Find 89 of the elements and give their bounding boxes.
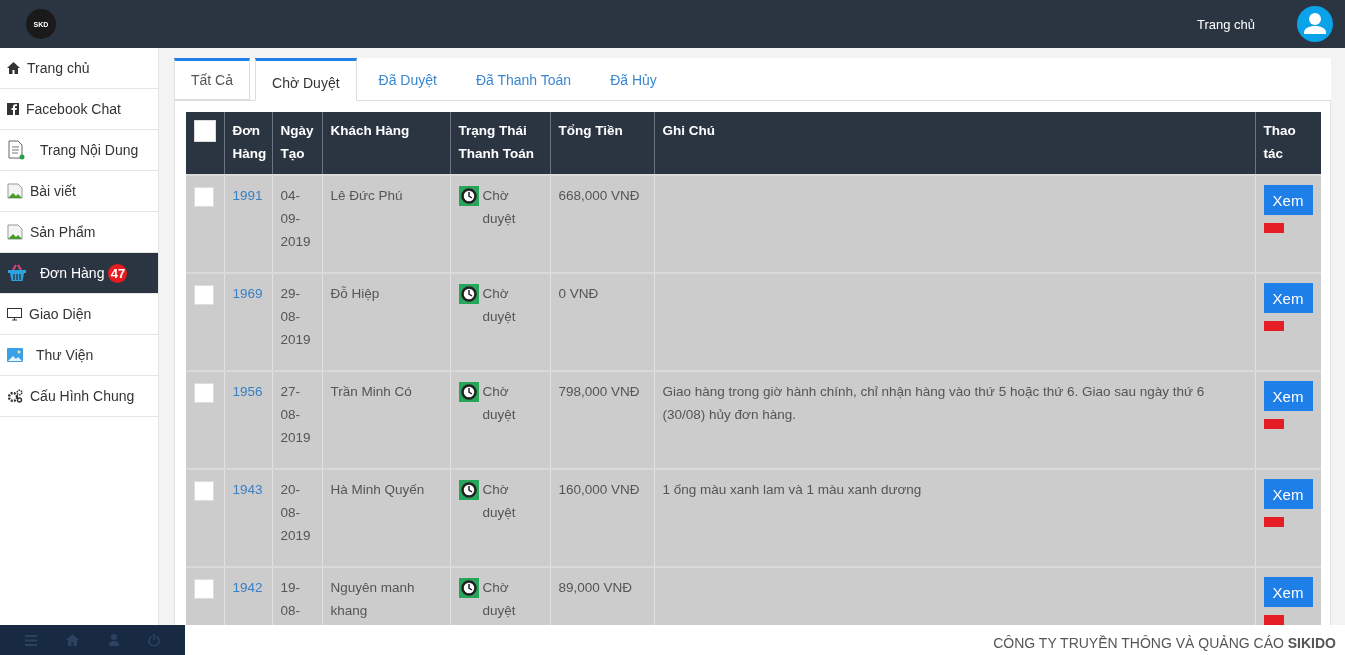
checkbox[interactable] xyxy=(194,120,216,142)
clock-icon xyxy=(458,382,479,402)
column-header: Ngày Tạo xyxy=(272,112,322,175)
sidebar-label: Trang Nội Dung xyxy=(40,142,139,158)
table-cell: 89,000 VNĐ xyxy=(558,580,633,595)
image-icon xyxy=(7,183,23,199)
column-header: Tổng Tiền xyxy=(550,112,654,175)
sidebar-label: Đơn Hàng xyxy=(40,265,105,281)
checkbox[interactable] xyxy=(194,481,214,501)
note-text: Giao hàng trong giờ hành chính, chỉ nhận hàng vào thứ 5 hoặc thứ 6. Giao sau ngày thứ 6 (30/08) hủy đơn hàng. xyxy=(662,384,1205,422)
table-cell: Đỗ Hiệp xyxy=(330,286,380,301)
small-button[interactable] xyxy=(1263,223,1284,233)
sidebar-item[interactable]: Cấu Hình Chung xyxy=(0,376,158,417)
small-button[interactable] xyxy=(1263,517,1284,527)
small-button[interactable] xyxy=(1263,321,1284,331)
sidebar-label: Sản Phẩm xyxy=(30,224,96,240)
sidebar-label: Thư Viện xyxy=(36,347,94,363)
clock-icon xyxy=(458,186,479,206)
table-cell-text: 19-08- xyxy=(280,579,301,620)
column-header: Trạng Thái Thanh Toán xyxy=(450,112,550,175)
table-cell-text: 29-08-2019 xyxy=(280,285,311,349)
status-text: Chờ duyệt xyxy=(482,285,517,326)
status-text: Chờ duyệt xyxy=(482,481,517,522)
user-icon[interactable] xyxy=(108,634,119,646)
sidebar-item[interactable]: Facebook Chat xyxy=(0,89,158,130)
tab[interactable]: Đã Thanh Toán xyxy=(458,58,589,100)
monitor-icon xyxy=(7,307,22,321)
clock-icon xyxy=(458,480,479,500)
table-cell: Hà Minh Quyến xyxy=(330,482,425,497)
checkbox[interactable] xyxy=(194,285,214,305)
view-button[interactable]: Xem xyxy=(1263,381,1313,411)
sidebar-label: Giao Diện xyxy=(29,306,92,322)
table-cell: 668,000 VNĐ xyxy=(558,188,640,203)
note-text: 1 ống màu xanh lam và 1 màu xanh dương xyxy=(662,482,922,497)
count-badge: 47 xyxy=(108,263,128,283)
home-icon xyxy=(7,62,20,74)
image-icon xyxy=(7,224,23,240)
view-button[interactable]: Xem xyxy=(1263,479,1313,509)
document-icon xyxy=(7,140,25,160)
sidebar-item[interactable]: Đơn Hàng 47 xyxy=(0,253,158,294)
checkbox[interactable] xyxy=(194,187,214,207)
picture-icon xyxy=(7,348,23,362)
table-cell-text: 04-09-2019 xyxy=(280,187,311,251)
column-header: Khách Hàng xyxy=(322,112,450,175)
facebook-icon xyxy=(7,103,19,115)
sidebar-label: Bài viết xyxy=(30,183,76,199)
gears-icon xyxy=(7,389,23,403)
column-header: Thao tác xyxy=(1255,112,1321,175)
tab[interactable]: Tất Cả xyxy=(174,58,250,100)
status-text: Chờ duyệt xyxy=(482,579,517,620)
table-cell: Nguyên manh khang xyxy=(330,580,415,618)
clock-icon xyxy=(458,284,479,304)
table-cell-text: 27-08-2019 xyxy=(280,383,311,447)
clock-icon xyxy=(458,578,479,598)
home-icon[interactable] xyxy=(66,634,80,646)
footer-text: CÔNG TY TRUYỀN THÔNG VÀ QUẢNG CÁO SIKIDO xyxy=(993,635,1336,651)
tab[interactable]: Đã Duyệt xyxy=(361,58,454,100)
sidebar-item[interactable]: Trang Nội Dung xyxy=(0,130,158,171)
view-button[interactable]: Xem xyxy=(1263,185,1313,215)
sidebar-label: Facebook Chat xyxy=(26,101,121,117)
sidebar-item[interactable]: Thư Viện xyxy=(0,335,158,376)
view-button[interactable]: Xem xyxy=(1263,577,1313,607)
sidebar-label: Trang chủ xyxy=(27,60,90,76)
column-header: Ghi Chú xyxy=(654,112,1255,175)
home-link[interactable]: Trang chủ xyxy=(1196,16,1255,32)
sidebar-item[interactable]: Giao Diện xyxy=(0,294,158,335)
table-cell: Trần Minh Có xyxy=(330,384,412,399)
menu-icon[interactable] xyxy=(24,634,37,646)
checkbox[interactable] xyxy=(194,579,214,599)
table-cell: 0 VNĐ xyxy=(558,286,599,301)
table-cell-text: 20-08-2019 xyxy=(280,481,311,545)
basket-icon xyxy=(7,264,27,282)
sidebar-item[interactable]: Bài viết xyxy=(0,171,158,212)
checkbox[interactable] xyxy=(194,383,214,403)
sidebar-label: Cấu Hình Chung xyxy=(30,388,135,404)
small-button[interactable] xyxy=(1263,615,1284,625)
view-button[interactable]: Xem xyxy=(1263,283,1313,313)
power-icon[interactable] xyxy=(148,634,161,646)
user-avatar-icon[interactable] xyxy=(1297,6,1333,42)
table-cell: 798,000 VNĐ xyxy=(558,384,640,399)
tab[interactable]: Chờ Duyệt xyxy=(255,58,357,101)
column-header: Đơn Hàng xyxy=(224,112,272,175)
tab[interactable]: Đã Hủy xyxy=(593,58,674,100)
table-cell: Lê Đức Phú xyxy=(330,188,403,203)
small-button[interactable] xyxy=(1263,419,1284,429)
status-text: Chờ duyệt xyxy=(482,383,517,424)
table-cell: 160,000 VNĐ xyxy=(558,482,640,497)
status-text: Chờ duyệt xyxy=(482,187,517,228)
sidebar-item[interactable]: Trang chủ xyxy=(0,48,158,89)
